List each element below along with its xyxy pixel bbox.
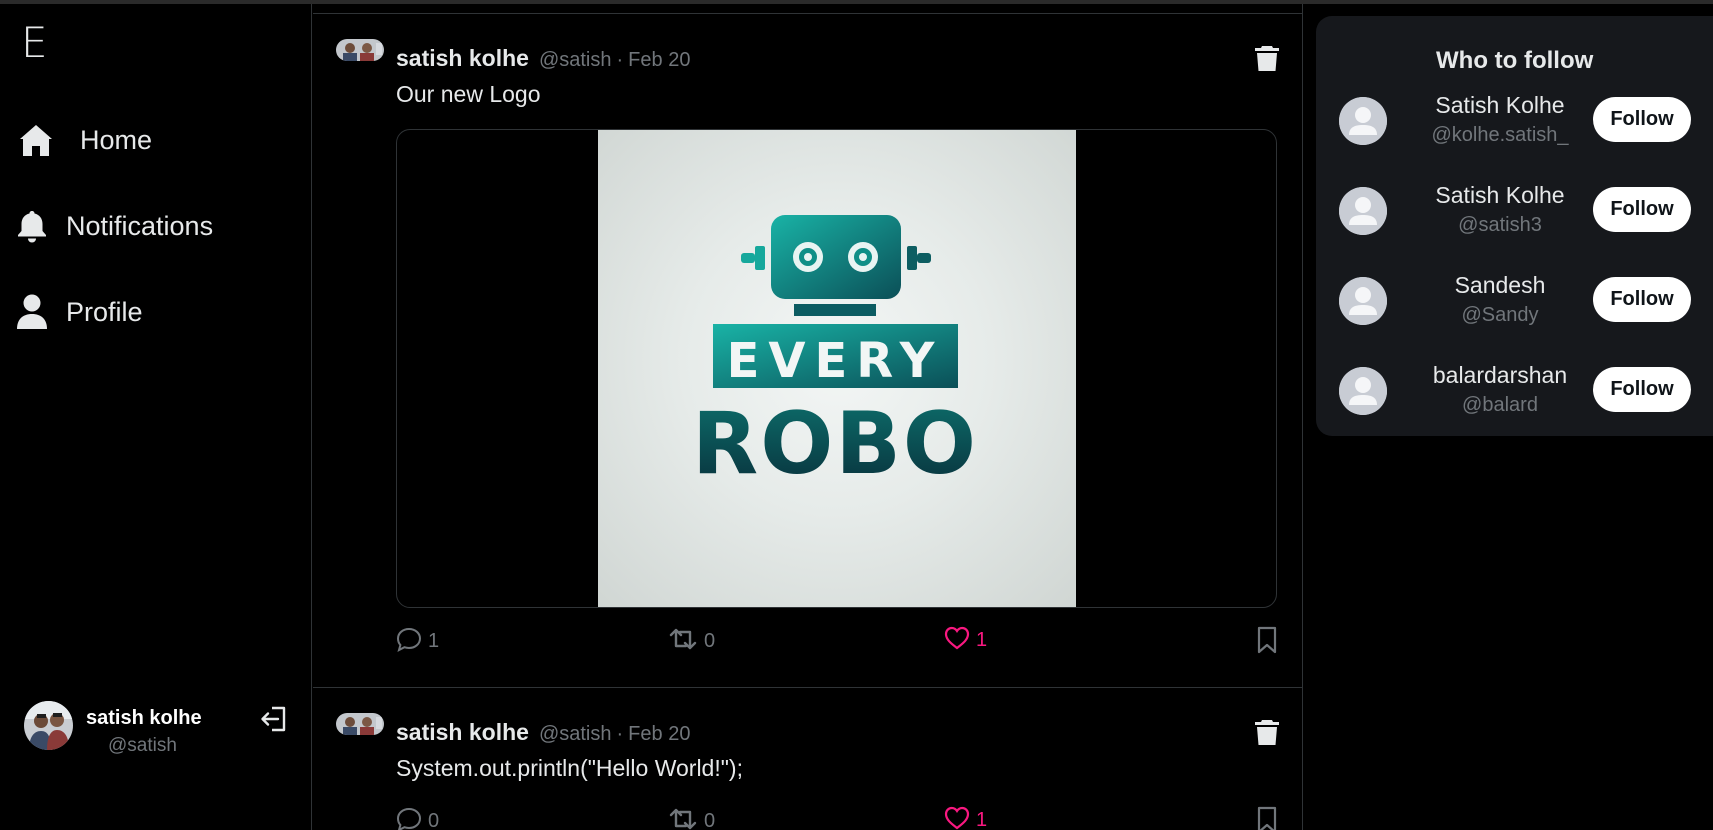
bookmark-button[interactable]	[1256, 806, 1278, 830]
post-author-name[interactable]: satish kolhe	[396, 719, 529, 746]
post-author-handle: @satish	[538, 49, 612, 71]
every-robo-logo-image: EVERY ROBO	[598, 130, 1076, 607]
feed-top-divider	[313, 4, 1303, 14]
post-header: satish kolhe @satish · Feb 20	[396, 719, 690, 746]
comment-icon	[396, 626, 422, 657]
follow-suggestion[interactable]: balardarshan @balard Follow	[1316, 356, 1713, 426]
bookmark-icon	[1256, 806, 1278, 830]
post-author-handle: @satish	[538, 723, 612, 745]
post-header: satish kolhe @satish · Feb 20	[396, 45, 690, 72]
who-to-follow-title: Who to follow	[1436, 47, 1594, 74]
post-author-avatar[interactable]	[336, 713, 384, 735]
sidebar: E Home Notifications Profile satish kolh…	[0, 4, 312, 830]
current-user-handle: @satish	[108, 735, 177, 756]
follow-button[interactable]: Follow	[1593, 97, 1691, 142]
post-image[interactable]: EVERY ROBO	[396, 129, 1277, 608]
like-button[interactable]: 1	[944, 806, 987, 830]
suggestion-name[interactable]: balardarshan	[1400, 362, 1600, 389]
nav-label-profile: Profile	[66, 296, 143, 327]
post-date: Feb 20	[628, 49, 691, 71]
default-avatar-icon	[1339, 187, 1387, 235]
user-icon	[14, 290, 50, 334]
like-count: 1	[976, 629, 988, 651]
default-avatar-icon	[1339, 367, 1387, 415]
logo-text-robo: ROBO	[692, 394, 978, 494]
suggestion-handle: @balard	[1462, 394, 1538, 416]
follow-button[interactable]: Follow	[1593, 277, 1691, 322]
follow-suggestion[interactable]: Sandesh @Sandy Follow	[1316, 266, 1713, 336]
default-avatar-icon	[1339, 277, 1387, 325]
post-card[interactable]: satish kolhe @satish · Feb 20 System.out…	[313, 688, 1303, 830]
post-separator: ·	[616, 49, 624, 71]
follow-button[interactable]: Follow	[1593, 367, 1691, 412]
heart-icon	[944, 806, 970, 830]
logout-icon[interactable]	[259, 705, 289, 733]
current-user-name: satish kolhe	[86, 707, 202, 729]
nav-item-profile[interactable]: Profile	[14, 284, 143, 340]
retweet-button[interactable]: 0	[668, 806, 715, 830]
post-date: Feb 20	[628, 723, 691, 745]
logo-text-every: EVERY	[727, 333, 944, 389]
reply-count: 1	[428, 630, 440, 652]
like-count: 1	[976, 809, 988, 830]
avatar	[24, 701, 73, 750]
app-logo[interactable]: E	[21, 22, 48, 64]
suggestion-handle: @Sandy	[1461, 304, 1539, 326]
post-actions: 0 0 1	[396, 806, 1281, 830]
bookmark-icon	[1256, 626, 1278, 659]
trash-icon[interactable]	[1254, 718, 1280, 746]
like-button[interactable]: 1	[944, 626, 987, 655]
post-text: Our new Logo	[396, 81, 541, 107]
follow-suggestion[interactable]: Satish Kolhe @kolhe.satish_ Follow	[1316, 86, 1713, 156]
suggestion-name[interactable]: Satish Kolhe	[1400, 182, 1600, 209]
post-text: System.out.println("Hello World!");	[396, 755, 743, 781]
post-separator: ·	[616, 723, 624, 745]
reply-button[interactable]: 0	[396, 806, 439, 830]
follow-suggestion[interactable]: Satish Kolhe @satish3 Follow	[1316, 176, 1713, 246]
current-user-card[interactable]: satish kolhe @satish	[24, 699, 294, 759]
nav-item-home[interactable]: Home	[14, 112, 152, 168]
nav-label-notifications: Notifications	[66, 210, 214, 241]
comment-icon	[396, 806, 422, 830]
retweet-count: 0	[704, 630, 716, 652]
nav-item-notifications[interactable]: Notifications	[14, 198, 213, 254]
home-icon	[14, 118, 58, 162]
bookmark-button[interactable]	[1256, 626, 1278, 659]
default-avatar-icon	[1339, 97, 1387, 145]
suggestion-name[interactable]: Sandesh	[1400, 272, 1600, 299]
who-to-follow-panel: Who to follow Satish Kolhe @kolhe.satish…	[1316, 16, 1713, 436]
follow-button[interactable]: Follow	[1593, 187, 1691, 232]
bell-icon	[14, 204, 50, 248]
retweet-count: 0	[704, 810, 716, 830]
post-author-name[interactable]: satish kolhe	[396, 45, 529, 72]
retweet-button[interactable]: 0	[668, 626, 715, 657]
post-author-avatar[interactable]	[336, 39, 384, 61]
retweet-icon	[668, 806, 698, 830]
nav-label-home: Home	[80, 124, 153, 155]
feed: satish kolhe @satish · Feb 20 Our new Lo…	[313, 4, 1303, 830]
heart-icon	[944, 626, 970, 655]
suggestion-handle: @satish3	[1458, 214, 1542, 236]
reply-count: 0	[428, 810, 440, 830]
post-actions: 1 0 1	[396, 626, 1281, 658]
suggestion-handle: @kolhe.satish_	[1431, 124, 1569, 146]
post-card[interactable]: satish kolhe @satish · Feb 20 Our new Lo…	[313, 14, 1303, 688]
trash-icon[interactable]	[1254, 44, 1280, 72]
retweet-icon	[668, 626, 698, 657]
reply-button[interactable]: 1	[396, 626, 439, 657]
suggestion-name[interactable]: Satish Kolhe	[1400, 92, 1600, 119]
